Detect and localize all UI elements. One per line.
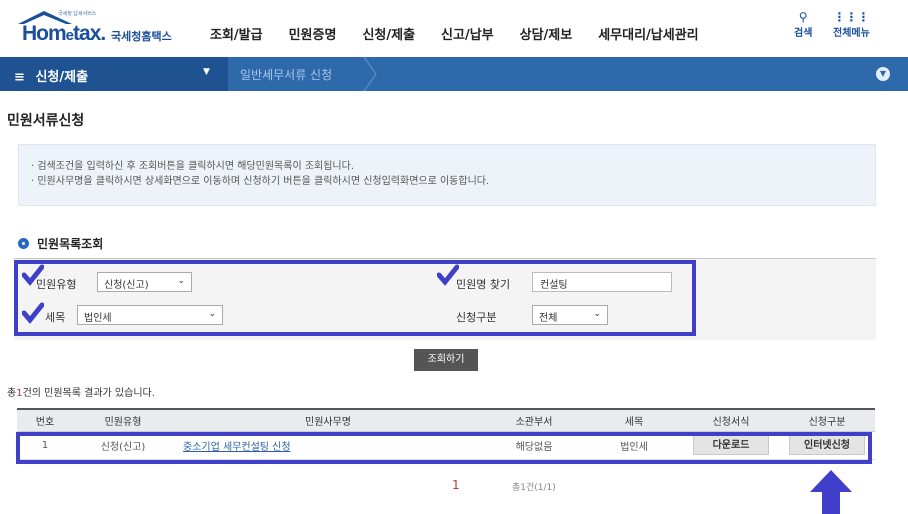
logo-wordmark: Hometax.	[22, 22, 106, 45]
notice-box: · 검색조건을 입력하신 후 조회버튼을 클릭하시면 해당민원목록이 조회됩니다…	[18, 144, 876, 206]
chevron-down-circle-icon[interactable]: ▼	[876, 67, 890, 81]
nav-item-tax-agent[interactable]: 세무대리/납세관리	[598, 24, 698, 43]
hometax-logo[interactable]: 국세청 납세서비스 Hometax. 국세청홈택스	[16, 8, 186, 48]
section-title-label: 민원목록조회	[37, 237, 104, 251]
page-title: 민원서류신청	[7, 113, 85, 129]
nav-item-filing-payment[interactable]: 신고/납부	[441, 24, 494, 43]
all-menu-label: 전체메뉴	[833, 28, 870, 39]
search-highlight-box	[14, 260, 696, 336]
row-highlight-box	[16, 432, 872, 464]
nav-item-application[interactable]: 신청/제출	[362, 24, 415, 43]
logo-subtitle: 국세청 납세서비스	[58, 11, 97, 17]
location-bar: ≡ 신청/제출 ▼ 일반세무서류 신청 ▼	[0, 57, 908, 91]
result-summary: 총1건의 민원목록 결과가 있습니다.	[7, 384, 155, 399]
menu-dropdown-label: 신청/제출	[35, 70, 89, 85]
col-header-type: 민원유형	[73, 408, 173, 432]
search-shortcut-label: 검색	[794, 28, 813, 39]
checkmark-icon	[437, 264, 459, 286]
result-suffix: 건의 민원목록 결과가 있습니다.	[22, 388, 155, 399]
logo-korean-name: 국세청홈택스	[111, 30, 172, 43]
pagination-info: 총1건(1/1)	[512, 483, 556, 493]
col-header-apply: 신청구분	[779, 408, 875, 432]
pagination-current[interactable]: 1	[452, 478, 460, 492]
section-title: 민원목록조회	[18, 235, 103, 252]
breadcrumb[interactable]: 일반세무서류 신청	[240, 66, 332, 83]
bullet-icon	[18, 238, 29, 249]
nav-item-consultation[interactable]: 상담/제보	[520, 24, 573, 43]
search-button[interactable]: 조회하기	[414, 349, 478, 371]
col-header-dept: 소관부서	[483, 408, 585, 432]
global-nav: 조회/발급 민원증명 신청/제출 신고/납부 상담/제보 세무대리/납세관리	[210, 24, 725, 43]
up-arrow-icon	[810, 470, 852, 514]
chevron-right-icon	[363, 57, 377, 91]
nav-item-inquiry[interactable]: 조회/발급	[210, 24, 263, 43]
col-header-no: 번호	[17, 408, 73, 432]
search-icon: ⚲	[798, 10, 808, 24]
col-header-tax: 세목	[585, 408, 683, 432]
header: 국세청 납세서비스 Hometax. 국세청홈택스 조회/발급 민원증명 신청/…	[0, 0, 908, 52]
grid-icon: ⋮⋮⋮	[833, 10, 870, 24]
notice-line: · 검색조건을 입력하신 후 조회버튼을 클릭하시면 해당민원목록이 조회됩니다…	[31, 161, 355, 172]
search-shortcut[interactable]: ⚲ 검색	[794, 10, 812, 39]
result-prefix: 총	[7, 388, 17, 399]
checkmark-icon	[22, 264, 44, 286]
checkmark-icon	[22, 302, 44, 324]
nav-item-certificates[interactable]: 민원증명	[289, 24, 337, 43]
hamburger-icon: ≡	[14, 70, 25, 85]
caret-down-icon: ▼	[203, 67, 210, 77]
notice-line: · 민원사무명을 클릭하시면 상세화면으로 이동하며 신청하기 버튼을 클릭하시…	[31, 176, 490, 187]
menu-dropdown[interactable]: ≡ 신청/제출 ▼	[0, 57, 228, 91]
col-header-form: 신청서식	[683, 408, 779, 432]
table-header-row: 번호 민원유형 민원사무명 소관부서 세목 신청서식 신청구분	[17, 408, 875, 432]
col-header-name: 민원사무명	[173, 408, 483, 432]
all-menu-button[interactable]: ⋮⋮⋮ 전체메뉴	[833, 10, 870, 39]
